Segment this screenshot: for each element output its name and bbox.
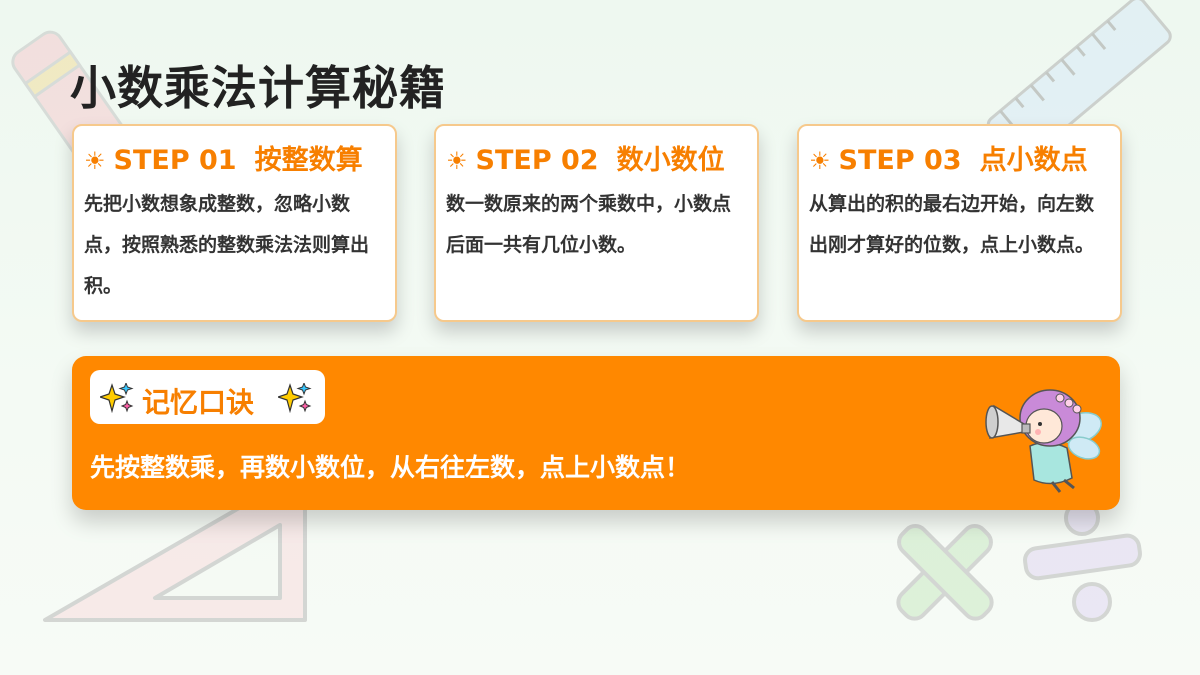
step-name: 点小数点: [979, 145, 1088, 176]
step-description: 数一数原来的两个乘数中，小数点后面一共有几位小数。: [446, 193, 732, 256]
step-number: STEP 01: [113, 145, 237, 176]
memo-banner: 记忆口诀 先按整数乘，再数小数位，从右往左数，点上小数点！: [72, 356, 1120, 510]
sun-icon: ☀: [809, 147, 831, 175]
memo-label-pill: 记忆口诀: [90, 370, 325, 424]
step-card-2: ☀ STEP 02 数小数位 数一数原来的两个乘数中，小数点后面一共有几位小数。: [434, 124, 759, 322]
memo-text: 先按整数乘，再数小数位，从右往左数，点上小数点！: [90, 453, 691, 482]
multiply-sign-decoration: [896, 524, 994, 621]
step-number: STEP 03: [838, 145, 962, 176]
step-description: 从算出的积的最右边开始，向左数出刚才算好的位数，点上小数点。: [809, 193, 1095, 256]
divide-sign-decoration: [1023, 510, 1142, 622]
sun-icon: ☀: [446, 147, 468, 175]
sun-icon: ☀: [84, 147, 106, 175]
step-name: 数小数位: [616, 145, 725, 176]
step-number: STEP 02: [475, 145, 599, 176]
step-card-3: ☀ STEP 03 点小数点 从算出的积的最右边开始，向左数出刚才算好的位数，点上小…: [797, 124, 1122, 322]
step-card-header: ☀ STEP 01 按整数算: [84, 138, 363, 177]
fairy-megaphone-illustration: [985, 389, 1102, 493]
step-card-header: ☀ STEP 02 数小数位: [446, 138, 725, 177]
sparkles-icon: [100, 383, 134, 413]
step-name: 按整数算: [254, 145, 363, 176]
page-title: 小数乘法计算秘籍: [70, 61, 446, 115]
step-description: 先把小数想象成整数，忽略小数点，按照熟悉的整数乘法法则算出积。: [84, 193, 370, 297]
step-card-header: ☀ STEP 03 点小数点: [809, 138, 1088, 177]
step-card-1: ☀ STEP 01 按整数算 先把小数想象成整数，忽略小数点，按照熟悉的整数乘法法则…: [72, 124, 397, 322]
memo-label: 记忆口诀: [142, 386, 255, 419]
sparkles-icon: [278, 383, 312, 413]
